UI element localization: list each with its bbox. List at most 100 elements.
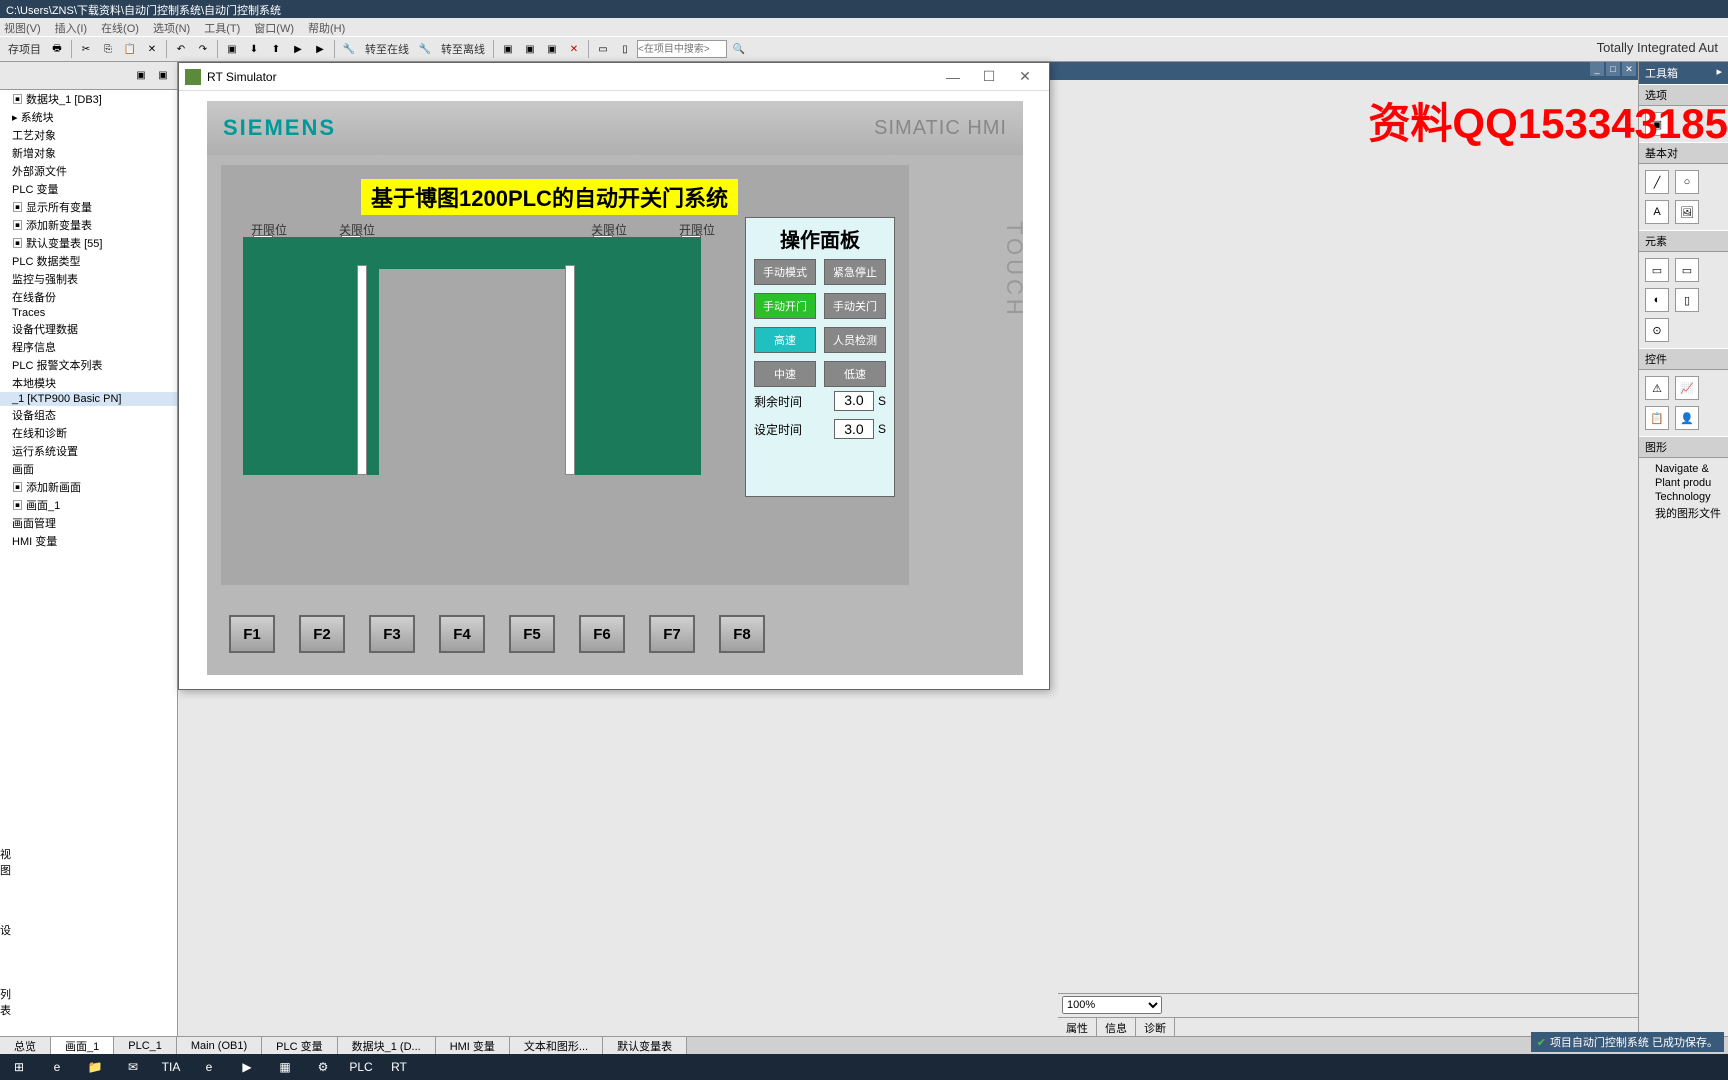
menu-options[interactable]: 选项(N): [153, 20, 190, 34]
redo-icon[interactable]: ↷: [193, 39, 213, 59]
fkey-button[interactable]: F5: [509, 615, 555, 653]
tree-tool-icon[interactable]: ▣: [131, 66, 151, 86]
document-tab[interactable]: Main (OB1): [177, 1037, 262, 1054]
graphics-plant[interactable]: Plant produ: [1643, 476, 1724, 490]
button-tool-icon[interactable]: ▭: [1675, 258, 1699, 282]
tree-item[interactable]: 设备组态: [0, 406, 177, 424]
tree-item[interactable]: ▣ 添加新变量表: [0, 216, 177, 234]
fkey-button[interactable]: F3: [369, 615, 415, 653]
tree-tool2-icon[interactable]: ▣: [153, 66, 173, 86]
taskbar-icon[interactable]: TIA: [156, 1056, 186, 1078]
canvas-close-icon[interactable]: ✕: [1622, 62, 1636, 76]
switch-tool-icon[interactable]: ⊙: [1645, 318, 1669, 342]
tool-c-icon[interactable]: ▣: [542, 39, 562, 59]
tree-item[interactable]: 本地模块: [0, 374, 177, 392]
fkey-button[interactable]: F1: [229, 615, 275, 653]
tree-item[interactable]: ▸ 系统块: [0, 108, 177, 126]
tree-view-tab[interactable]: 视图: [0, 846, 11, 878]
document-tab[interactable]: 数据块_1 (D...: [338, 1037, 436, 1054]
print-icon[interactable]: 🖶: [47, 39, 67, 59]
tab-properties[interactable]: 属性: [1058, 1018, 1097, 1038]
upload-icon[interactable]: ⬆: [266, 39, 286, 59]
hmi-button[interactable]: 手动开门: [754, 293, 816, 319]
document-tab[interactable]: HMI 变量: [436, 1037, 510, 1054]
taskbar-icon[interactable]: RT: [384, 1056, 414, 1078]
cut-icon[interactable]: ✂: [76, 39, 96, 59]
tree-item[interactable]: 在线备份: [0, 288, 177, 306]
taskbar-icon[interactable]: ⚙: [308, 1056, 338, 1078]
menu-online[interactable]: 在线(O): [101, 20, 139, 34]
undo-icon[interactable]: ↶: [171, 39, 191, 59]
taskbar-icon[interactable]: ▦: [270, 1056, 300, 1078]
canvas-max-icon[interactable]: □: [1606, 62, 1620, 76]
document-tab[interactable]: 画面_1: [51, 1037, 114, 1054]
tree-item[interactable]: 画面管理: [0, 514, 177, 532]
tree-item[interactable]: 在线和诊断: [0, 424, 177, 442]
line-tool-icon[interactable]: ╱: [1645, 170, 1669, 194]
tree-item[interactable]: ▣ 添加新画面: [0, 478, 177, 496]
taskbar-icon[interactable]: ⊞: [4, 1056, 34, 1078]
graphics-navigate[interactable]: Navigate &: [1643, 462, 1724, 476]
zoom-select[interactable]: 100%: [1062, 996, 1162, 1014]
menu-view[interactable]: 视图(V): [4, 20, 41, 34]
fkey-button[interactable]: F7: [649, 615, 695, 653]
hmi-button[interactable]: 中速: [754, 361, 816, 387]
run-icon[interactable]: ▶: [310, 39, 330, 59]
tree-item[interactable]: 设备代理数据: [0, 320, 177, 338]
compile-icon[interactable]: ▣: [222, 39, 242, 59]
trend-tool-icon[interactable]: 📈: [1675, 376, 1699, 400]
tab-diagnostics[interactable]: 诊断: [1136, 1018, 1175, 1038]
tree-item[interactable]: 监控与强制表: [0, 270, 177, 288]
taskbar-icon[interactable]: ✉: [118, 1056, 148, 1078]
hmi-button[interactable]: 人员检测: [824, 327, 886, 353]
iofield-tool-icon[interactable]: ▭: [1645, 258, 1669, 282]
tree-item[interactable]: 程序信息: [0, 338, 177, 356]
graphics-tech[interactable]: Technology: [1643, 490, 1724, 504]
tool-a-icon[interactable]: ▣: [498, 39, 518, 59]
set-time-input[interactable]: [834, 419, 874, 439]
taskbar-icon[interactable]: e: [42, 1056, 72, 1078]
hmi-button[interactable]: 高速: [754, 327, 816, 353]
tree-item[interactable]: PLC 数据类型: [0, 252, 177, 270]
tree-item[interactable]: ▣ 显示所有变量: [0, 198, 177, 216]
tree-item[interactable]: Traces: [0, 306, 177, 320]
fkey-button[interactable]: F6: [579, 615, 625, 653]
taskbar-icon[interactable]: PLC: [346, 1056, 376, 1078]
menu-insert[interactable]: 插入(I): [55, 20, 87, 34]
toolbox-collapse-icon[interactable]: ▸: [1716, 65, 1722, 81]
tree-item[interactable]: ▣ 默认变量表 [55]: [0, 234, 177, 252]
text-tool-icon[interactable]: A: [1645, 200, 1669, 224]
tree-item[interactable]: HMI 变量: [0, 532, 177, 550]
alarm-tool-icon[interactable]: ⚠: [1645, 376, 1669, 400]
fkey-button[interactable]: F4: [439, 615, 485, 653]
document-tab[interactable]: 文本和图形...: [510, 1037, 603, 1054]
split-h-icon[interactable]: ▭: [593, 39, 613, 59]
minimize-icon[interactable]: —: [935, 65, 971, 89]
search-icon[interactable]: 🔍: [729, 39, 749, 59]
tree-item[interactable]: _1 [KTP900 Basic PN]: [0, 392, 177, 406]
document-tab[interactable]: PLC 变量: [262, 1037, 337, 1054]
document-tab[interactable]: 总览: [0, 1037, 51, 1054]
tab-info[interactable]: 信息: [1097, 1018, 1136, 1038]
bar-tool-icon[interactable]: ▯: [1675, 288, 1699, 312]
user-tool-icon[interactable]: 👤: [1675, 406, 1699, 430]
go-offline-button[interactable]: 转至离线: [437, 41, 489, 57]
menu-tools[interactable]: 工具(T): [204, 20, 240, 34]
canvas-min-icon[interactable]: _: [1590, 62, 1604, 76]
close-icon[interactable]: ✕: [1007, 65, 1043, 89]
tool-icon-2[interactable]: 🔧: [415, 39, 435, 59]
cancel-icon[interactable]: ✕: [564, 39, 584, 59]
tree-item[interactable]: ▣ 画面_1: [0, 496, 177, 514]
simulate-icon[interactable]: ▶: [288, 39, 308, 59]
menu-window[interactable]: 窗口(W): [254, 20, 294, 34]
delete-icon[interactable]: ✕: [142, 39, 162, 59]
section-elements[interactable]: 元素: [1639, 230, 1728, 252]
tree-item[interactable]: ▣ 数据块_1 [DB3]: [0, 90, 177, 108]
tree-item[interactable]: 新增对象: [0, 144, 177, 162]
section-controls[interactable]: 控件: [1639, 348, 1728, 370]
tree-item[interactable]: 工艺对象: [0, 126, 177, 144]
fkey-button[interactable]: F8: [719, 615, 765, 653]
project-search-input[interactable]: [637, 40, 727, 58]
tool-icon[interactable]: 🔧: [339, 39, 359, 59]
recipe-tool-icon[interactable]: 📋: [1645, 406, 1669, 430]
